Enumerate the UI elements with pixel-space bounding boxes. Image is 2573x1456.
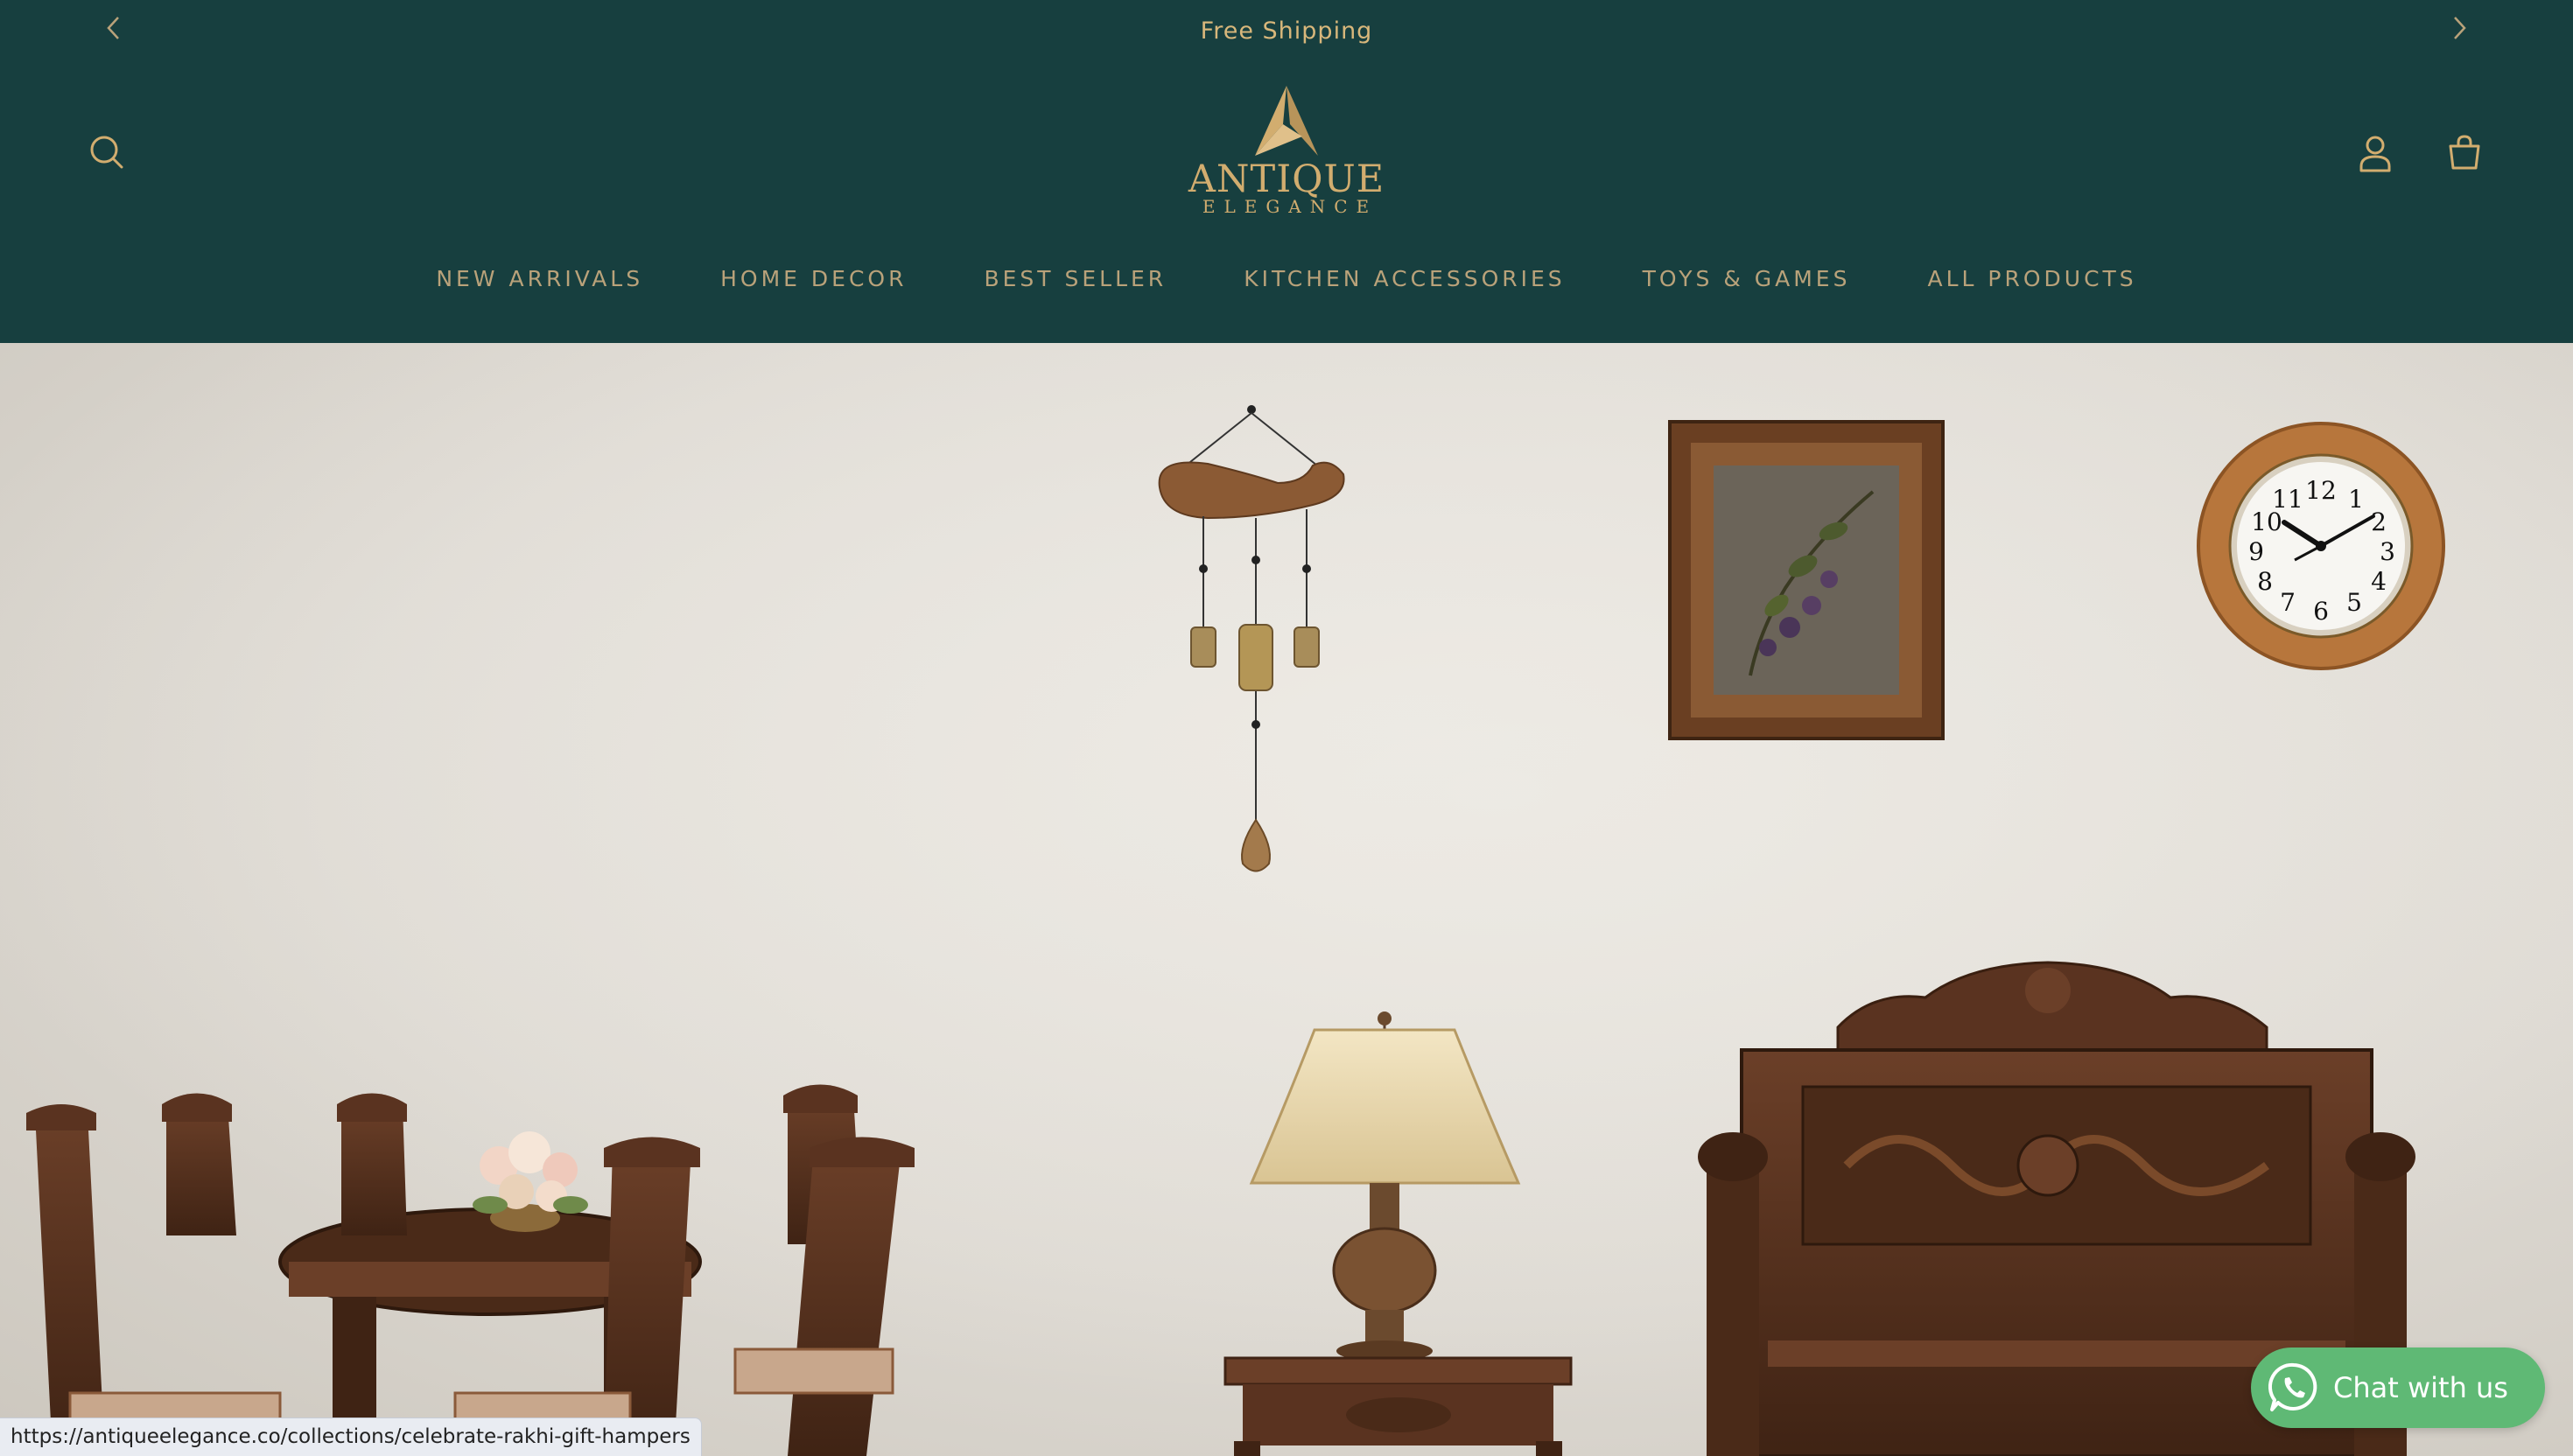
announcement-text: Free Shipping xyxy=(1200,18,1373,45)
svg-text:4: 4 xyxy=(2371,567,2387,596)
hero-banner[interactable]: 12 1 2 345 678 9 10 11 xyxy=(0,343,2573,1456)
svg-text:5: 5 xyxy=(2346,588,2362,617)
svg-text:3: 3 xyxy=(2380,537,2395,566)
framed-painting-decor xyxy=(1668,420,1945,740)
svg-text:9: 9 xyxy=(2248,537,2264,566)
nav-item-kitchen-accessories[interactable]: KITCHEN ACCESSORIES xyxy=(1244,266,1565,291)
svg-text:6: 6 xyxy=(2313,597,2329,626)
svg-text:8: 8 xyxy=(2257,567,2273,596)
nav-item-best-seller[interactable]: BEST SELLER xyxy=(984,266,1167,291)
site-logo[interactable]: ANTIQUE ELEGANCE xyxy=(1173,86,1400,219)
chat-with-us-label: Chat with us xyxy=(2333,1371,2508,1404)
search-icon xyxy=(90,136,123,169)
chat-with-us-button[interactable]: Chat with us xyxy=(2251,1348,2545,1428)
logo-mark-icon xyxy=(1255,86,1318,156)
svg-text:12: 12 xyxy=(2305,476,2337,505)
nav-item-new-arrivals[interactable]: NEW ARRIVALS xyxy=(436,266,643,291)
hero-room-illustration: 12 12 345 678 91011 xyxy=(0,343,2573,1456)
cart-button[interactable] xyxy=(2442,130,2487,175)
announcement-bar: Free Shipping xyxy=(0,0,2573,65)
svg-text:2: 2 xyxy=(2371,508,2387,536)
search-button[interactable] xyxy=(84,130,130,175)
nav-item-all-products[interactable]: ALL PRODUCTS xyxy=(1927,266,2136,291)
logo-subtitle: ELEGANCE xyxy=(1202,196,1378,217)
wall-clock-decor: 12 12 345 678 91011 xyxy=(2197,422,2445,670)
svg-text:11: 11 xyxy=(2272,485,2303,514)
announcement-next-button[interactable] xyxy=(2442,10,2477,46)
account-button[interactable] xyxy=(2352,131,2398,177)
logo-wordmark: ANTIQUE xyxy=(1188,158,1385,201)
whatsapp-icon xyxy=(2268,1362,2317,1411)
svg-text:1: 1 xyxy=(2348,485,2364,514)
site-header: ANTIQUE ELEGANCE NEW ARRIVALS HOME DECOR… xyxy=(0,65,2573,343)
main-navigation: NEW ARRIVALS HOME DECOR BEST SELLER KITC… xyxy=(0,266,2573,291)
shopping-bag-icon xyxy=(2449,135,2480,170)
svg-text:7: 7 xyxy=(2280,588,2296,617)
nav-item-home-decor[interactable]: HOME DECOR xyxy=(720,266,907,291)
account-icon xyxy=(2359,136,2391,172)
nav-item-toys-games[interactable]: TOYS & GAMES xyxy=(1643,266,1851,291)
chevron-right-icon xyxy=(2454,17,2466,39)
status-bar-url: https://antiqueelegance.co/collections/c… xyxy=(0,1418,702,1456)
